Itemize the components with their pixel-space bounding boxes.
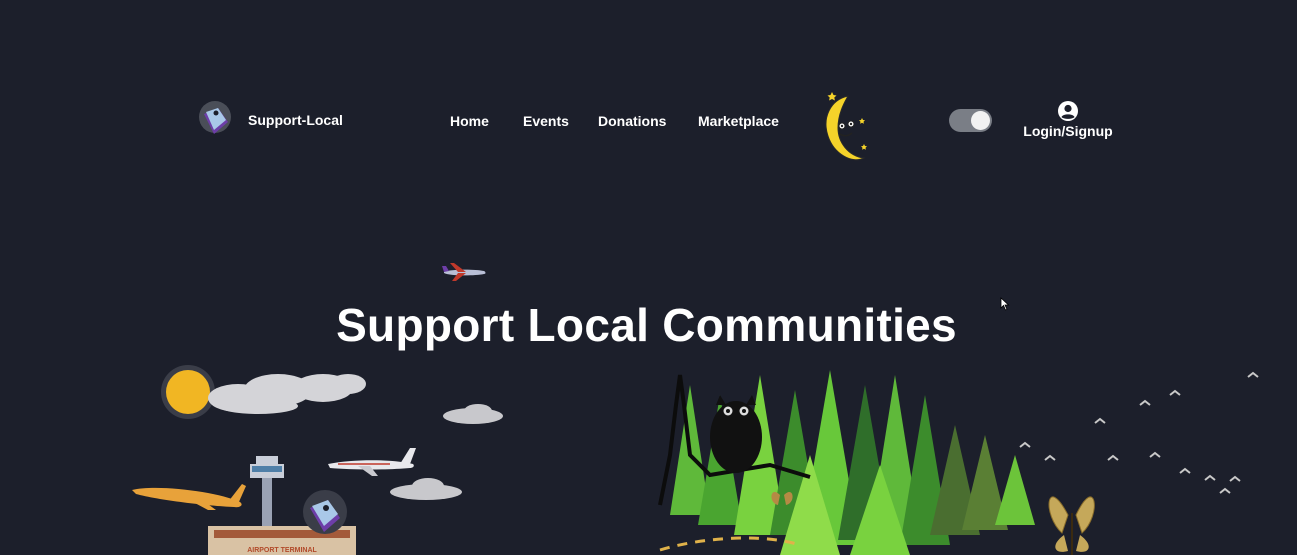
cloud-icon: [208, 374, 366, 414]
brand[interactable]: Support-Local: [198, 100, 343, 140]
login-signup-button[interactable]: Login/Signup: [1022, 100, 1114, 139]
control-tower-icon: [250, 456, 284, 528]
user-circle-icon: [1058, 101, 1078, 121]
theme-toggle[interactable]: [949, 109, 992, 132]
airplane-icon: [132, 484, 246, 510]
nav-events[interactable]: Events: [523, 113, 569, 129]
location-tag-icon: [303, 490, 347, 534]
cloud-icon: [443, 404, 503, 424]
cloud-icon: [390, 478, 462, 500]
butterfly-icon: [1048, 496, 1095, 555]
nav-marketplace[interactable]: Marketplace: [698, 113, 779, 129]
airplane-icon: [442, 263, 486, 281]
forest-illustration: [658, 370, 1259, 555]
login-signup-label: Login/Signup: [1023, 123, 1113, 139]
nav-donations[interactable]: Donations: [598, 113, 666, 129]
toggle-knob: [971, 111, 990, 130]
airplane-icon: [328, 448, 416, 476]
airport-illustration: AIRPORT TERMINAL: [132, 365, 503, 555]
crescent-moon-icon[interactable]: [818, 88, 872, 166]
brand-name: Support-Local: [248, 112, 343, 128]
nav-home[interactable]: Home: [450, 113, 489, 129]
owl-icon: [710, 395, 762, 473]
location-tag-icon: [199, 101, 231, 134]
sun-icon: [161, 365, 215, 419]
mouse-cursor-icon: [1000, 297, 1010, 311]
hero-title: Support Local Communities: [336, 299, 957, 351]
svg-text:AIRPORT TERMINAL: AIRPORT TERMINAL: [247, 547, 317, 554]
birds-flock: [1019, 371, 1259, 494]
